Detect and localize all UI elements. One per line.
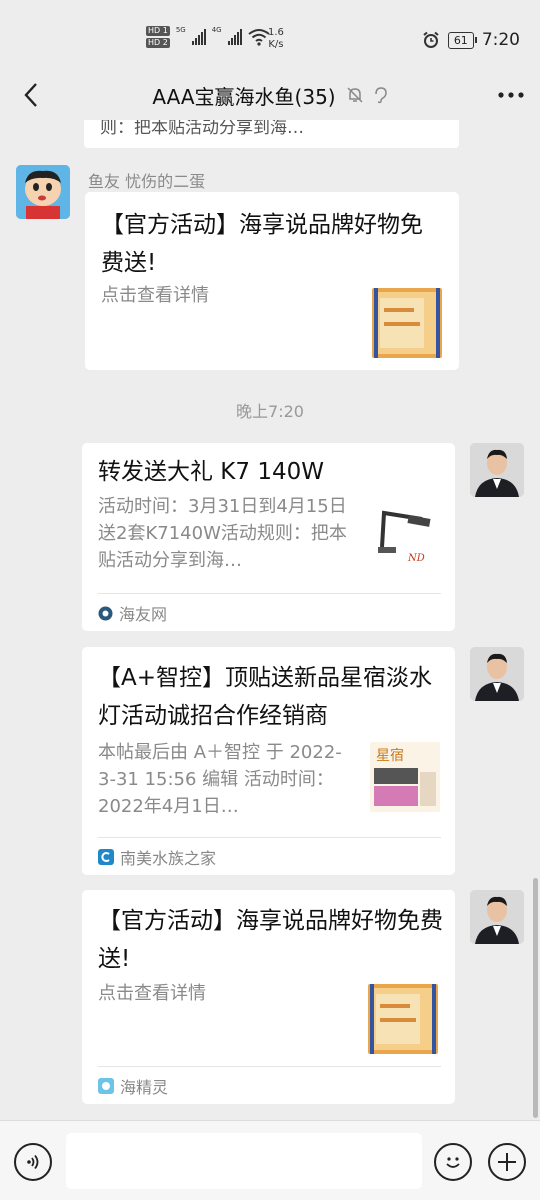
card-title: 【官方活动】海享说品牌好物免费送!	[101, 212, 423, 276]
timestamp-label: 晚上7:20	[236, 402, 304, 421]
signal-strength-icon-2	[227, 29, 242, 45]
plus-button[interactable]	[488, 1143, 526, 1181]
card-description: 活动时间：3月31日到4月15日送2套K7140W活动规则：把本贴活动分享到海…	[98, 496, 347, 571]
thumb-xingsu-text: 星宿	[376, 747, 404, 764]
bell-off-icon	[347, 87, 363, 103]
thumbnail-image	[368, 984, 438, 1054]
title-status-icons	[346, 86, 388, 104]
network-speed: 1.6 K/s	[268, 27, 284, 51]
previous-message-text: 则：把本贴活动分享到海…	[100, 120, 304, 138]
card-thumbnail: ND	[370, 499, 440, 569]
back-button[interactable]	[16, 80, 46, 110]
network-4g-label: 4G	[211, 26, 222, 34]
status-right: 61 7:20	[422, 30, 520, 50]
profile-photo	[470, 647, 524, 701]
more-button[interactable]	[496, 80, 526, 110]
signal-strength-icon	[191, 29, 206, 45]
link-card[interactable]: 【官方活动】海享说品牌好物免费送! 点击查看详情	[85, 192, 459, 370]
card-title: 【A+智控】顶贴送新品星宿淡水灯活动诚招合作经销商	[98, 665, 433, 729]
voice-button[interactable]	[14, 1143, 52, 1181]
hd-badge-1: HD 1	[146, 26, 170, 36]
source-logo-icon	[98, 1078, 114, 1094]
card-source: 海精灵	[98, 1074, 168, 1098]
cartoon-avatar-image	[16, 165, 70, 219]
chat-title[interactable]: AAA宝赢海水鱼(35)	[152, 81, 335, 110]
card-thumbnail	[368, 984, 438, 1054]
avatar[interactable]	[470, 647, 524, 701]
previous-message-card[interactable]: 则：把本贴活动分享到海…	[84, 120, 459, 148]
card-divider	[98, 593, 441, 594]
clock: 7:20	[481, 30, 520, 50]
avatar[interactable]	[16, 165, 70, 219]
card-source: 海友网	[98, 601, 167, 625]
source-name: 海友网	[119, 605, 168, 624]
network-5g-label: 5G	[175, 26, 186, 34]
emoji-icon	[446, 1157, 460, 1168]
ear-icon	[374, 87, 387, 104]
xingsu-lamp-image: 星宿	[370, 742, 440, 812]
voice-icon	[27, 1154, 39, 1170]
card-divider	[98, 1066, 441, 1067]
input-bar	[0, 1120, 540, 1200]
chat-history[interactable]: 则：把本贴活动分享到海… 鱼友 忧伤的二蛋 【官方活动】海享说品牌好物免费送! …	[0, 120, 540, 1120]
link-card[interactable]: 【官方活动】海享说品牌好物免费送! 点击查看详情 海精灵	[82, 890, 455, 1104]
card-thumbnail	[372, 288, 442, 358]
profile-photo	[470, 890, 524, 944]
source-name: 海精灵	[120, 1078, 169, 1097]
avatar[interactable]	[470, 890, 524, 944]
card-description: 点击查看详情	[98, 983, 206, 1004]
card-description: 点击查看详情	[101, 285, 209, 306]
wifi-icon	[247, 29, 270, 46]
card-title: 转发送大礼 K7 140W	[98, 459, 324, 485]
more-dots-icon	[498, 92, 524, 98]
thumb-brand-text: ND	[407, 553, 425, 564]
alarm-icon	[423, 31, 439, 48]
hd-badge-2: HD 2	[146, 38, 170, 48]
link-card[interactable]: 【A+智控】顶贴送新品星宿淡水灯活动诚招合作经销商 本帖最后由 A＋智控 于 2…	[82, 647, 455, 875]
source-name: 南美水族之家	[120, 849, 217, 868]
card-description: 本帖最后由 A＋智控 于 2022-3-31 15:56 编辑 活动时间：202…	[98, 742, 342, 817]
card-divider	[98, 837, 441, 838]
source-globe-icon	[98, 606, 113, 620]
scrollbar[interactable]	[533, 878, 538, 1118]
chevron-left-icon	[24, 83, 37, 107]
lamp-product-image: ND	[370, 499, 440, 569]
network-indicators: HD 1 HD 2 5G 4G	[146, 26, 270, 48]
sender-name: 鱼友 忧伤的二蛋	[88, 172, 206, 191]
avatar[interactable]	[470, 443, 524, 497]
chat-header: AAA宝赢海水鱼(35)	[0, 70, 540, 120]
speed-value: 1.6	[268, 27, 284, 38]
plus-icon	[498, 1153, 516, 1171]
emoji-button[interactable]	[434, 1143, 472, 1181]
status-bar: HD 1 HD 2 5G 4G 1.6 K/s 61 7:20	[0, 0, 540, 70]
message-input[interactable]	[66, 1133, 422, 1189]
battery-indicator: 61	[447, 31, 477, 49]
speed-unit: K/s	[268, 39, 284, 50]
card-source: 南美水族之家	[98, 845, 216, 869]
card-thumbnail: 星宿	[370, 742, 440, 812]
card-title: 【官方活动】海享说品牌好物免费送!	[98, 908, 443, 972]
source-logo-icon	[98, 849, 114, 865]
profile-photo	[470, 443, 524, 497]
thumbnail-image	[372, 288, 442, 358]
link-card[interactable]: 转发送大礼 K7 140W 活动时间：3月31日到4月15日送2套K7140W活…	[82, 443, 455, 631]
